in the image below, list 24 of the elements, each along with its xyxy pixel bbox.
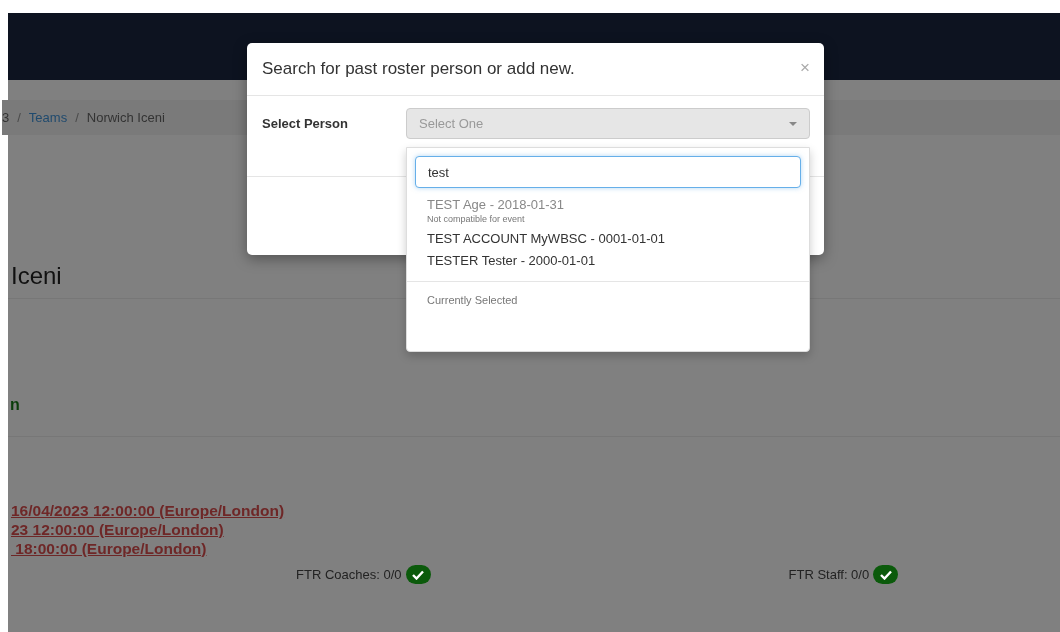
deadline-link[interactable]: 16/04/2023 12:00:00 (Europe/London) [11, 501, 285, 520]
deadline-link[interactable]: 18:00:00 (Europe/London) [11, 539, 207, 558]
status-text: n [9, 396, 21, 415]
deadline-link[interactable]: 23 12:00:00 (Europe/London) [11, 520, 224, 539]
modal-title: Search for past roster person or add new. [262, 59, 575, 79]
team-title: Iceni [10, 262, 63, 291]
breadcrumb-separator: / [17, 110, 21, 125]
checkmark-icon [412, 569, 424, 580]
field-label: Select Person [262, 115, 349, 133]
person-option[interactable]: TESTER Tester - 2000-01-01 [415, 250, 801, 272]
person-select[interactable]: Select One [406, 108, 810, 139]
checkmark-icon [879, 569, 892, 580]
option-note: Not compatible for event [427, 214, 526, 224]
section-heading: Currently Selected [426, 293, 519, 306]
breadcrumb-item: 3 [2, 110, 10, 125]
count-label: FTR Coaches: 0/0 [296, 567, 402, 582]
breadcrumb-item: Norwich Iceni [86, 110, 165, 125]
breadcrumb-link[interactable]: Teams [28, 110, 68, 125]
caret-icon [789, 121, 797, 126]
close-button[interactable]: × [800, 59, 810, 76]
person-option[interactable]: TEST ACCOUNT MyWBSC - 0001-01-01 [415, 228, 801, 250]
breadcrumb-separator: / [75, 110, 79, 125]
count-label: FTR Staff: 0/0 [788, 567, 870, 582]
search-field[interactable]: test [415, 156, 801, 188]
